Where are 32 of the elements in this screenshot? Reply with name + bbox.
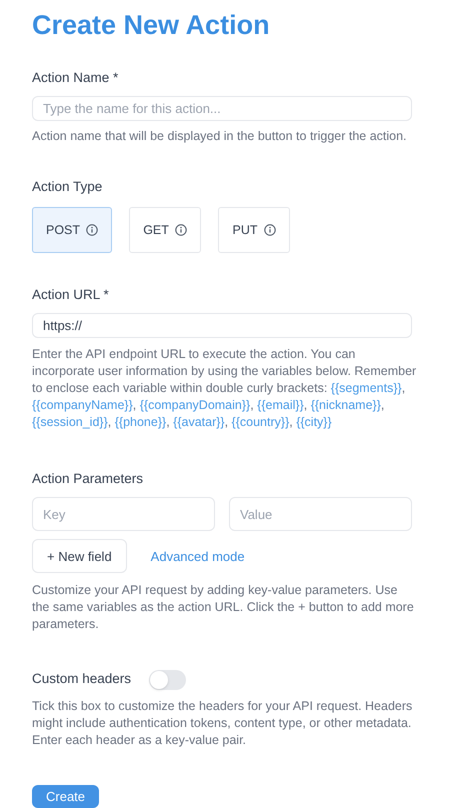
input-field[interactable]: https:// bbox=[32, 313, 412, 338]
variable-token: {{companyDomain}} bbox=[140, 398, 250, 412]
method-option[interactable]: GET bbox=[129, 207, 202, 254]
variable-token: {{email}} bbox=[257, 398, 304, 412]
new-field-button[interactable]: + New field bbox=[32, 539, 127, 574]
variable-token: {{nickname}} bbox=[310, 398, 381, 412]
toggle-switch[interactable] bbox=[149, 670, 186, 690]
key-field[interactable]: Key bbox=[32, 497, 215, 532]
field-label: Action URL * bbox=[32, 286, 110, 304]
field-label: Custom headers bbox=[32, 670, 132, 688]
variable-token: {{phone}} bbox=[114, 415, 166, 430]
variable-token: {{avatar}} bbox=[173, 415, 225, 430]
variable-token: {{country}} bbox=[232, 415, 290, 430]
page-title: Create New Action bbox=[32, 9, 271, 42]
help-text: Enter the API endpoint URL to execute the action. You can incorporate user information by using the variables below. Remember to enclose each variable within double curly brackets: {{segments}}, {{companyName}}, {{companyDomain}}, {{email}}, {{nickname}}, {{session_id}}, {{phone}}, {{avatar}}, {{country}}, {{city}} bbox=[32, 346, 417, 432]
help-text: Tick this box to customize the headers for your API request. Headers might include authentication tokens, content type, or other metadata. Enter each header as a key-value pair. bbox=[32, 698, 414, 749]
info-icon bbox=[86, 224, 98, 236]
value-field[interactable]: Value bbox=[229, 497, 412, 532]
field-label: Action Name * bbox=[32, 69, 120, 87]
input-field[interactable]: Type the name for this action... bbox=[32, 96, 412, 121]
help-text: Customize your API request by adding key-value parameters. Use the same variables as the action URL. Click the + button to add more parameters. bbox=[32, 582, 415, 634]
info-icon bbox=[264, 224, 276, 236]
field-label: Action Parameters bbox=[32, 470, 144, 488]
variable-token: {{city}} bbox=[296, 415, 332, 430]
variable-token: {{companyName}} bbox=[32, 398, 133, 412]
variable-token: {{session_id}} bbox=[32, 415, 108, 430]
info-icon bbox=[174, 224, 187, 236]
variable-token: {{segments}} bbox=[330, 381, 402, 396]
method-option[interactable]: POST bbox=[32, 207, 112, 254]
help-text: Action name that will be displayed in the button to trigger the action. bbox=[32, 128, 408, 145]
method-option[interactable]: PUT bbox=[218, 207, 290, 254]
field-label: Action Type bbox=[32, 178, 104, 196]
